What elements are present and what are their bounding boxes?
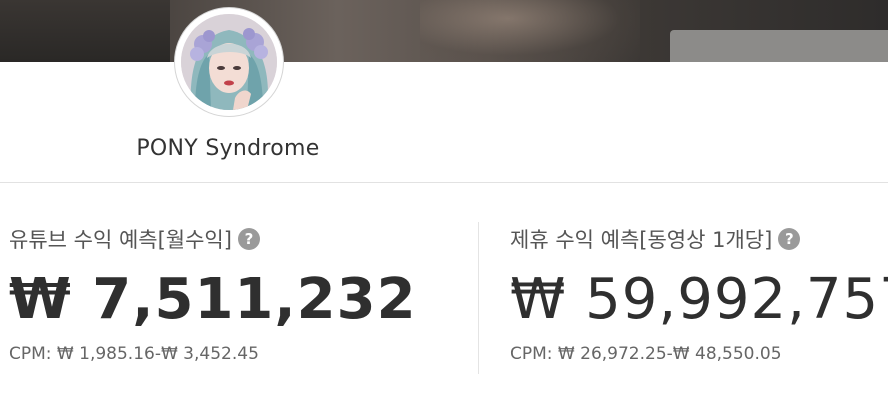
sponsorship-revenue-title: 제휴 수익 예측[동영상 1개당] ?	[510, 222, 888, 256]
section-divider	[0, 182, 888, 183]
avatar-image	[181, 14, 277, 110]
sponsorship-revenue-cpm: CPM: ₩ 26,972.25-₩ 48,550.05	[510, 344, 782, 364]
channel-banner	[0, 0, 888, 62]
avatar[interactable]	[174, 7, 284, 117]
channel-name[interactable]: PONY Syndrome	[0, 136, 456, 161]
youtube-revenue-card: 유튜브 수익 예측[월수익] ? ₩ 7,511,232 CPM: ₩ 1,98…	[9, 222, 417, 364]
banner-object	[670, 30, 888, 62]
banner-highlight	[420, 0, 640, 62]
question-icon[interactable]: ?	[778, 228, 801, 250]
youtube-revenue-cpm: CPM: ₩ 1,985.16-₩ 3,452.45	[9, 344, 259, 364]
question-icon[interactable]: ?	[237, 228, 260, 250]
sponsorship-revenue-card: 제휴 수익 예측[동영상 1개당] ? ₩ 59,992,757 CPM: ₩ …	[510, 222, 888, 364]
channel-revenue-page: PONY Syndrome 유튜브 수익 예측[월수익] ? ₩ 7,511,2…	[0, 0, 888, 403]
youtube-revenue-title-text: 유튜브 수익 예측[월수익]	[9, 228, 232, 252]
banner-shade	[0, 0, 170, 62]
youtube-revenue-value: ₩ 7,511,232	[9, 267, 417, 332]
column-divider	[478, 222, 479, 374]
youtube-revenue-title: 유튜브 수익 예측[월수익] ?	[9, 222, 417, 256]
avatar-portrait-icon	[181, 14, 277, 110]
sponsorship-revenue-title-text: 제휴 수익 예측[동영상 1개당]	[510, 228, 773, 252]
sponsorship-revenue-value: ₩ 59,992,757	[510, 267, 888, 332]
